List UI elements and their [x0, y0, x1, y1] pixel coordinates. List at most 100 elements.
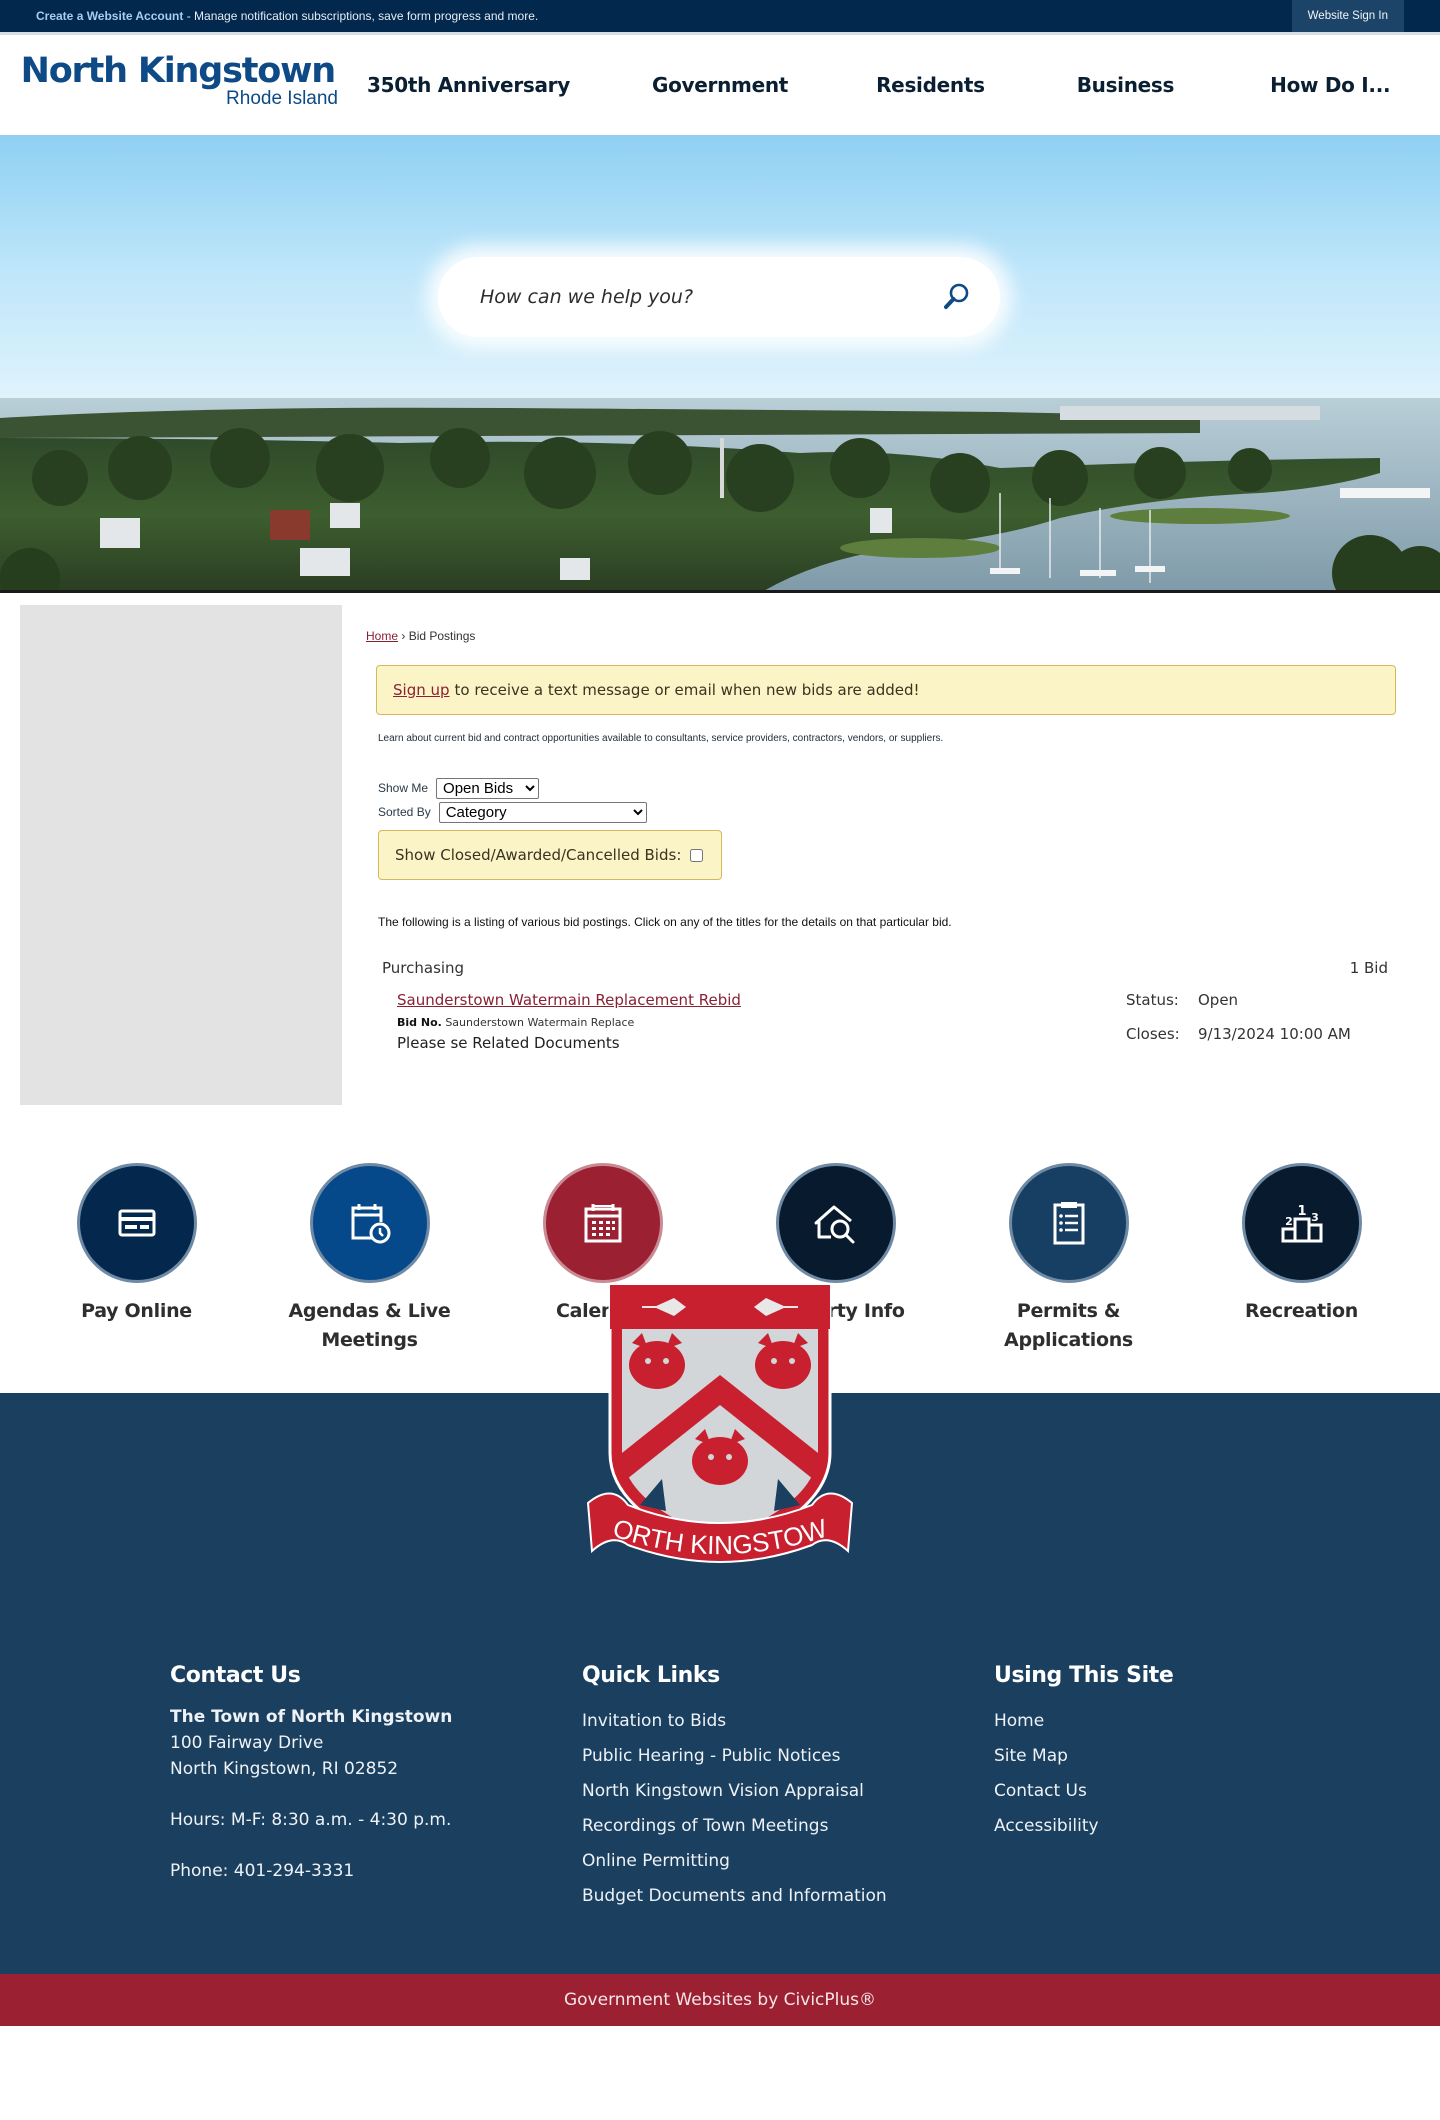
calendar-clock-icon — [351, 1204, 390, 1244]
account-message: Create a Website Account - Manage notifi… — [36, 9, 538, 23]
show-closed-bids-box: Show Closed/Awarded/Cancelled Bids: — [378, 830, 722, 880]
agendas-label: Agendas & Live Meetings — [288, 1300, 451, 1351]
permits-circle — [1008, 1163, 1129, 1283]
intro-text: Learn about current bid and contract opp… — [378, 733, 944, 744]
town-crest-logo: NORTH KINGSTOWN — [582, 1283, 854, 1563]
footer-link-vision-appraisal[interactable]: North Kingstown Vision Appraisal — [582, 1774, 994, 1809]
house-search-icon — [814, 1205, 854, 1244]
footer-link-online-permitting[interactable]: Online Permitting — [582, 1844, 994, 1879]
footer-link-recordings[interactable]: Recordings of Town Meetings — [582, 1809, 994, 1844]
contact-hours: Hours: M-F: 8:30 a.m. - 4:30 p.m. — [170, 1810, 452, 1830]
show-me-select[interactable]: Open Bids — [436, 777, 540, 799]
podium-icon: 1 2 3 — [1281, 1204, 1322, 1243]
breadcrumb-current: Bid Postings — [408, 629, 476, 643]
bid-status-value: Open — [1198, 991, 1239, 1009]
footer-contact: Contact Us The Town of North Kingstown 1… — [170, 1663, 582, 1914]
nav-government[interactable]: Government — [652, 73, 788, 97]
category-name: Purchasing — [382, 959, 465, 977]
bid-title-link[interactable]: Saunderstown Watermain Replacement Rebid — [397, 991, 741, 1009]
footer-section: NORTH KINGSTOWN Contact Us The Town of N… — [0, 1283, 1440, 2026]
quick-link-permits[interactable]: Permits & Applications — [952, 1163, 1185, 1393]
svg-text:3: 3 — [1311, 1211, 1319, 1224]
quick-link-agendas[interactable]: Agendas & Live Meetings — [253, 1163, 486, 1393]
footer-link-site-map[interactable]: Site Map — [994, 1739, 1406, 1774]
show-closed-checkbox[interactable] — [690, 848, 704, 862]
bid-number: Bid No. Saunderstown Watermain Replace — [397, 1016, 741, 1029]
svg-text:2: 2 — [1285, 1215, 1293, 1228]
footer-link-budget-documents[interactable]: Budget Documents and Information — [582, 1879, 994, 1914]
footer-link-contact-us[interactable]: Contact Us — [994, 1774, 1406, 1809]
calendar-circle — [542, 1163, 663, 1283]
pay-online-label: Pay Online — [81, 1300, 192, 1322]
logo-title: North Kingstown — [20, 51, 337, 91]
search-button[interactable] — [938, 279, 974, 315]
bid-description: Please se Related Documents — [397, 1034, 620, 1052]
sorted-by-label: Sorted By — [378, 805, 431, 819]
contact-phone: Phone: 401-294-3331 — [170, 1861, 355, 1881]
contact-address-line1: 100 Fairway Drive — [170, 1733, 324, 1753]
civicplus-credit-link[interactable]: Government Websites by CivicPlus® — [564, 1990, 876, 2010]
sidebar-placeholder — [20, 605, 342, 1105]
search-icon — [944, 283, 969, 309]
breadcrumb-separator: › — [398, 629, 409, 643]
credit-card-icon — [118, 1209, 155, 1237]
category-count: 1 Bid — [1349, 959, 1388, 977]
show-closed-label: Show Closed/Awarded/Cancelled Bids: — [395, 846, 682, 864]
bid-filters: Show Me Open Bids Sorted By Category — [378, 776, 1396, 824]
nav-350th-anniversary[interactable]: 350th Anniversary — [367, 73, 570, 97]
calendar-icon — [584, 1204, 621, 1243]
quick-links-heading: Quick Links — [582, 1663, 720, 1688]
hero-banner — [0, 135, 1440, 593]
agendas-circle — [309, 1163, 430, 1283]
sign-up-link[interactable]: Sign up — [393, 681, 450, 699]
footer-quick-links: Quick Links Invitation to Bids Public He… — [582, 1663, 994, 1914]
create-account-description: - Manage notification subscriptions, sav… — [183, 9, 539, 23]
site-search — [438, 257, 1000, 337]
recreation-label: Recreation — [1244, 1300, 1359, 1322]
main-nav: 350th Anniversary Government Residents B… — [367, 73, 1391, 97]
bid-category-header: Purchasing 1 Bid — [382, 959, 1396, 977]
logo-subtitle: Rhode Island — [226, 88, 338, 109]
footer-using-this-site: Using This Site Home Site Map Contact Us… — [994, 1663, 1406, 1914]
bid-number-value: Saunderstown Watermain Replace — [445, 1016, 635, 1029]
bid-list-item: Saunderstown Watermain Replacement Rebid… — [397, 991, 1396, 1052]
pay-online-circle — [76, 1163, 197, 1283]
footer-link-home[interactable]: Home — [994, 1704, 1406, 1739]
alert-text: to receive a text message or email when … — [454, 681, 920, 699]
breadcrumb-home-link[interactable]: Home — [366, 629, 398, 643]
main-content: Home › Bid Postings Sign up to receive a… — [342, 605, 1420, 1105]
signup-alert: Sign up to receive a text message or ema… — [376, 665, 1396, 715]
clipboard-list-icon — [1053, 1202, 1084, 1245]
footer-link-invitation-to-bids[interactable]: Invitation to Bids — [582, 1704, 994, 1739]
property-info-circle — [775, 1163, 896, 1283]
bid-closes-value: 9/13/2024 10:00 AM — [1198, 1024, 1351, 1043]
contact-address-line2: North Kingstown, RI 02852 — [170, 1759, 399, 1779]
page-content: Home › Bid Postings Sign up to receive a… — [0, 593, 1440, 1125]
bid-number-label: Bid No. — [397, 1016, 442, 1029]
show-me-label: Show Me — [378, 781, 429, 795]
search-input[interactable] — [480, 286, 938, 308]
website-sign-in-button[interactable]: Website Sign In — [1291, 0, 1404, 32]
hero-landscape-image — [0, 398, 1440, 593]
using-site-heading: Using This Site — [994, 1663, 1174, 1688]
footer-credit-bar: Government Websites by CivicPlus® — [0, 1974, 1440, 2026]
listing-note: The following is a listing of various bi… — [378, 915, 952, 929]
quick-link-recreation[interactable]: 1 2 3 Recreation — [1185, 1163, 1418, 1393]
breadcrumb: Home › Bid Postings — [366, 629, 1396, 643]
contact-name: The Town of North Kingstown — [170, 1707, 453, 1727]
footer-link-public-hearing[interactable]: Public Hearing - Public Notices — [582, 1739, 994, 1774]
nav-how-do-i[interactable]: How Do I... — [1270, 73, 1390, 97]
svg-text:1: 1 — [1297, 1204, 1306, 1219]
quick-link-pay-online[interactable]: Pay Online — [20, 1163, 253, 1393]
top-bar: Create a Website Account - Manage notifi… — [0, 0, 1440, 35]
bid-status-label: Status: — [1126, 991, 1179, 1009]
bid-closes-label: Closes: — [1126, 1024, 1180, 1043]
sorted-by-select[interactable]: Category — [438, 801, 647, 823]
create-account-link[interactable]: Create a Website Account — [36, 9, 183, 23]
site-logo[interactable]: North Kingstown Rhode Island — [15, 51, 338, 109]
nav-business[interactable]: Business — [1077, 73, 1175, 97]
nav-residents[interactable]: Residents — [876, 73, 985, 97]
recreation-circle: 1 2 3 — [1241, 1163, 1362, 1283]
site-header: North Kingstown Rhode Island 350th Anniv… — [0, 35, 1440, 135]
footer-link-accessibility[interactable]: Accessibility — [994, 1809, 1406, 1844]
